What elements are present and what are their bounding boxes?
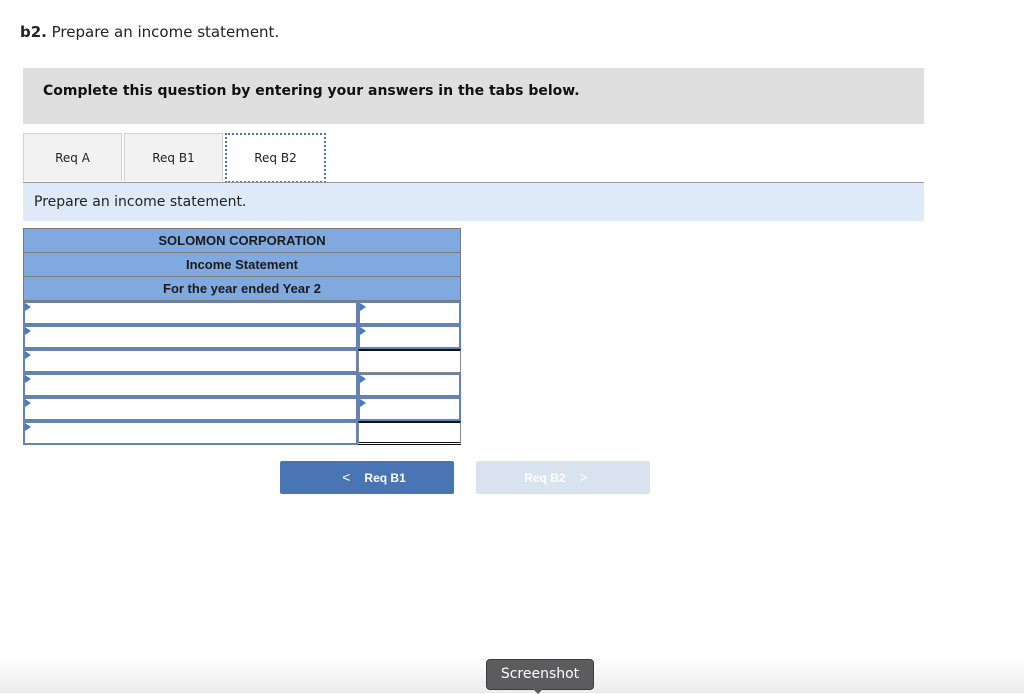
dropdown-marker-icon [25,327,31,335]
total-amount-input[interactable] [358,349,461,373]
prompt-banner: Prepare an income statement. [23,183,924,221]
dropdown-marker-icon [25,351,31,359]
amount-input[interactable] [358,301,461,325]
tab-req-b2[interactable]: Req B2 [225,133,326,183]
dropdown-marker-icon [360,399,366,407]
statement-row [23,325,461,349]
tab-req-b1[interactable]: Req B1 [124,133,223,181]
amount-input[interactable] [358,325,461,349]
account-label-dropdown[interactable] [23,397,358,421]
question-number: b2. [20,23,47,41]
account-label-dropdown[interactable] [23,301,358,325]
account-label-dropdown[interactable] [23,349,358,373]
prev-req-label: Req B1 [364,471,406,485]
statement-row [23,397,461,421]
dropdown-marker-icon [25,399,31,407]
instructions-text: Complete this question by entering your … [43,83,580,99]
statement-period: For the year ended Year 2 [23,276,461,301]
tooltip-pointer [532,688,544,694]
prev-req-button[interactable]: < Req B1 [280,461,454,494]
dropdown-marker-icon [360,375,366,383]
statement-row [23,373,461,397]
dropdown-marker-icon [25,375,31,383]
total-amount-input[interactable] [358,421,461,445]
statement-title: Income Statement [23,252,461,276]
prompt-text: Prepare an income statement. [34,194,247,210]
amount-input[interactable] [358,373,461,397]
dropdown-marker-icon [25,423,31,431]
screenshot-tooltip: Screenshot [486,659,594,690]
company-name: SOLOMON CORPORATION [23,228,461,252]
income-statement-table: SOLOMON CORPORATION Income Statement For… [23,228,461,445]
statement-row [23,301,461,325]
account-label-dropdown[interactable] [23,325,358,349]
next-req-label: Req B2 [524,471,566,485]
account-label-dropdown[interactable] [23,373,358,397]
account-label-dropdown[interactable] [23,421,358,445]
chevron-left-icon: < [342,469,351,485]
instructions-banner: Complete this question by entering your … [23,68,924,124]
dropdown-marker-icon [360,303,366,311]
statement-row [23,421,461,445]
chevron-right-icon: > [579,469,588,485]
question-text: Prepare an income statement. [46,23,280,41]
statement-rows [23,301,461,445]
question-heading: b2. Prepare an income statement. [20,23,279,41]
tab-req-a[interactable]: Req A [23,133,122,181]
statement-row [23,349,461,373]
next-req-button: Req B2 > [476,461,650,494]
amount-input[interactable] [358,397,461,421]
dropdown-marker-icon [360,327,366,335]
dropdown-marker-icon [25,303,31,311]
